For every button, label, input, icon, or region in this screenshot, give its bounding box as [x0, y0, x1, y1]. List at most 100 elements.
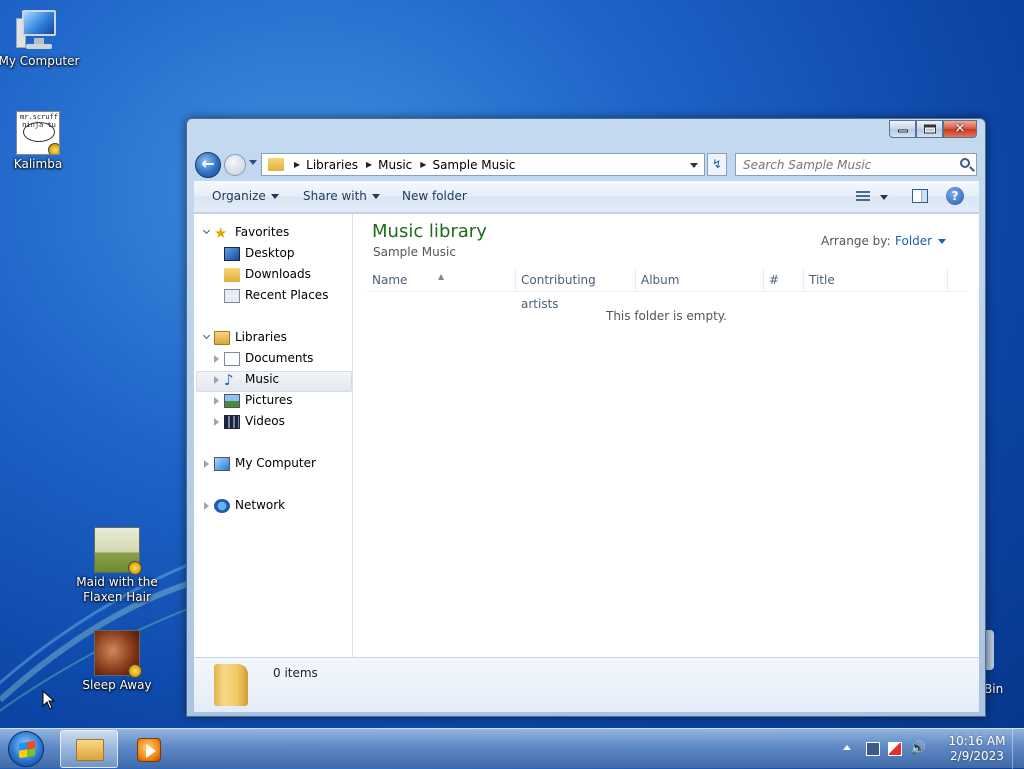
recent-pages-dropdown[interactable]	[249, 160, 257, 165]
nav-favorites-label: Favorites	[235, 225, 290, 239]
column-header-contributing-artists[interactable]: Contributing artists	[515, 268, 636, 311]
column-header-label: Album	[641, 273, 680, 287]
nav-desktop[interactable]: Desktop	[224, 243, 295, 264]
clock-date: 2/9/2023	[950, 749, 1004, 763]
expand-arrow-icon[interactable]	[214, 355, 219, 363]
nav-favorites[interactable]: ★ Favorites	[202, 222, 290, 243]
explorer-window[interactable]: ✕ ← ▶ Libraries ▶ Music ▶ Sample Music ↯…	[186, 118, 986, 717]
column-header-name[interactable]: ▲ Name	[366, 268, 516, 292]
album-art-icon: mr.scruff ninja tu	[16, 111, 60, 155]
address-bar[interactable]: ▶ Libraries ▶ Music ▶ Sample Music	[261, 153, 705, 176]
desktop-icon-maid-with-the-flaxen-hair[interactable]: Maid with the Flaxen Hair	[71, 527, 163, 605]
refresh-button[interactable]: ↯	[707, 153, 727, 176]
desktop-icon-kalimba[interactable]: mr.scruff ninja tu Kalimba	[0, 111, 83, 172]
expand-arrow-icon[interactable]	[214, 418, 219, 426]
recent-places-icon	[224, 288, 240, 303]
album-art-text: mr.scruff ninja tu	[20, 113, 58, 129]
collapse-arrow-icon[interactable]	[202, 226, 211, 235]
collapse-arrow-icon[interactable]	[202, 331, 211, 340]
column-header-title[interactable]: Title	[803, 268, 948, 292]
nav-libraries[interactable]: Libraries	[202, 327, 287, 348]
new-folder-label: New folder	[402, 189, 467, 203]
downloads-folder-icon	[224, 267, 240, 282]
chevron-down-icon	[371, 194, 380, 199]
expand-arrow-icon[interactable]	[204, 460, 209, 468]
nav-my-computer[interactable]: My Computer	[204, 453, 316, 474]
maximize-button[interactable]	[916, 120, 943, 138]
close-icon: ✕	[954, 121, 966, 137]
nav-music[interactable]: ♪ Music	[214, 369, 280, 390]
details-pane: 0 items	[194, 657, 979, 712]
folder-icon	[268, 158, 284, 171]
desktop-icon-label: My Computer	[0, 54, 80, 68]
nav-recent-places-label: Recent Places	[245, 288, 329, 302]
back-button[interactable]: ←	[195, 152, 221, 178]
search-input[interactable]	[736, 154, 946, 175]
media-player-icon	[137, 738, 161, 762]
chevron-down-icon	[270, 194, 279, 199]
expand-arrow-icon[interactable]	[214, 397, 219, 405]
taskbar-media-player-button[interactable]	[120, 730, 178, 768]
desktop-icon-sleep-away[interactable]: Sleep Away	[71, 630, 163, 693]
column-header-label: Contributing artists	[521, 273, 596, 311]
breadcrumb-libraries[interactable]: Libraries	[306, 158, 358, 172]
show-hidden-icons-icon[interactable]	[843, 745, 851, 750]
clock[interactable]: 10:16 AM 2/9/2023	[938, 734, 1016, 764]
nav-pictures[interactable]: Pictures	[214, 390, 293, 411]
search-box[interactable]	[735, 153, 977, 176]
breadcrumb-separator-icon[interactable]: ▶	[366, 160, 372, 169]
library-title: Music library	[372, 221, 487, 242]
taskbar: 🔊 10:16 AM 2/9/2023	[0, 728, 1024, 769]
nav-recent-places[interactable]: Recent Places	[224, 285, 328, 306]
back-arrow-icon: ←	[201, 154, 215, 173]
documents-icon	[224, 351, 240, 366]
expand-arrow-icon[interactable]	[204, 502, 209, 510]
nav-network[interactable]: Network	[204, 495, 285, 516]
action-center-flag-icon[interactable]	[888, 742, 902, 756]
desktop-icon-my-computer[interactable]: My Computer	[0, 8, 84, 69]
network-icon[interactable]	[866, 742, 880, 756]
help-button[interactable]: ?	[946, 187, 964, 205]
breadcrumb-sample-music[interactable]: Sample Music	[432, 158, 515, 172]
nav-documents[interactable]: Documents	[214, 348, 313, 369]
view-options-dropdown[interactable]	[880, 195, 888, 200]
network-icon	[214, 498, 230, 513]
media-badge-icon	[128, 561, 142, 575]
folder-icon	[76, 739, 104, 761]
show-desktop-button[interactable]	[1012, 729, 1024, 769]
breadcrumb-separator-icon[interactable]: ▶	[420, 160, 426, 169]
share-with-button[interactable]: Share with	[303, 189, 380, 203]
media-badge-icon	[128, 664, 142, 678]
breadcrumb-separator-icon[interactable]: ▶	[294, 160, 300, 169]
forward-button[interactable]	[224, 154, 246, 176]
volume-icon[interactable]: 🔊	[910, 742, 926, 756]
breadcrumb-music[interactable]: Music	[378, 158, 412, 172]
expand-arrow-icon[interactable]	[214, 376, 219, 384]
recycle-bin-label: Bin	[984, 682, 1004, 696]
search-icon[interactable]	[960, 158, 970, 168]
minimize-button[interactable]	[889, 120, 916, 138]
column-header-album[interactable]: Album	[635, 268, 764, 292]
address-history-dropdown[interactable]	[690, 163, 698, 168]
nav-music-label: Music	[245, 372, 280, 386]
close-button[interactable]: ✕	[943, 120, 977, 138]
file-list-area[interactable]: Music library Sample Music Arrange by: F…	[354, 214, 979, 657]
desktop-icon	[224, 246, 240, 261]
arrange-by-value: Folder	[895, 234, 933, 248]
organize-label: Organize	[212, 189, 266, 203]
start-button[interactable]	[8, 731, 44, 767]
desktop-icon-label: Maid with the Flaxen Hair	[76, 575, 158, 604]
organize-button[interactable]: Organize	[212, 189, 279, 203]
nav-downloads[interactable]: Downloads	[224, 264, 311, 285]
change-view-icon[interactable]	[856, 191, 870, 202]
preview-pane-icon[interactable]	[912, 189, 928, 203]
windows-logo-icon	[19, 740, 35, 759]
nav-videos[interactable]: Videos	[214, 411, 285, 432]
new-folder-button[interactable]: New folder	[402, 189, 467, 203]
column-header-track-number[interactable]: #	[763, 268, 804, 292]
taskbar-explorer-button[interactable]	[60, 730, 118, 768]
column-header-label: Title	[809, 273, 835, 287]
arrange-by-dropdown[interactable]: Folder	[895, 234, 947, 248]
column-header-label: #	[769, 273, 780, 287]
navigation-pane[interactable]: ★ Favorites Desktop Downloads Recent Plac…	[194, 214, 353, 657]
